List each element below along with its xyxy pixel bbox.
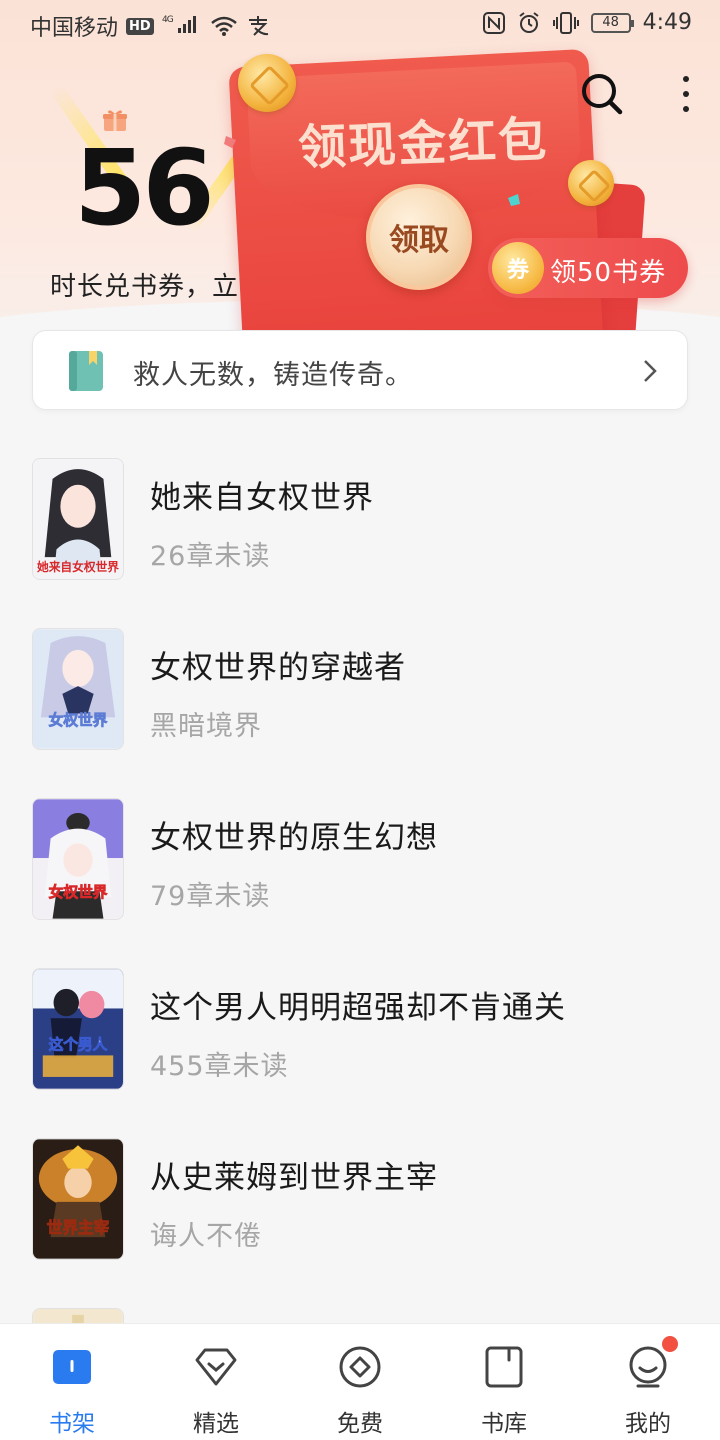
tab-label: 书架 — [49, 1411, 95, 1437]
clock: 4:49 — [642, 10, 692, 35]
voucher-label: 领50书券 — [550, 258, 667, 288]
book-cover: 女权世界 — [32, 798, 124, 920]
book-item[interactable]: 这个男人 这个男人明明超强却不肯通关 455章未读 — [0, 950, 720, 1090]
voucher-coin-icon: 券 — [492, 242, 544, 294]
book-cover: 女权世界 — [32, 628, 124, 750]
free-icon — [339, 1346, 381, 1388]
diamond-icon — [195, 1348, 237, 1386]
coin-icon — [568, 160, 614, 206]
book-author: 诲人不倦 — [150, 1221, 262, 1252]
hd-badge: HD — [126, 17, 154, 35]
tab-label: 精选 — [193, 1411, 239, 1437]
book-icon — [69, 351, 103, 391]
tab-featured[interactable]: 精选 — [144, 1324, 288, 1440]
tab-profile[interactable]: 我的 — [576, 1324, 720, 1440]
book-title: 从史莱姆到世界主宰 — [150, 1160, 438, 1196]
book-title: 她来自女权世界 — [150, 480, 374, 516]
tab-bookshelf[interactable]: 书架 — [0, 1324, 144, 1440]
alarm-icon — [518, 11, 539, 33]
more-menu-icon[interactable] — [680, 72, 692, 116]
book-item[interactable]: 女权世界 女权世界的原生幻想 79章未读 — [0, 780, 720, 920]
confetti-icon — [508, 194, 520, 206]
claim-button[interactable]: 领取 — [366, 184, 472, 290]
book-title: 女权世界的穿越者 — [150, 650, 406, 686]
notification-badge — [662, 1336, 678, 1352]
daily-quote-banner[interactable]: 救人无数，铸造传奇。 — [32, 330, 688, 410]
cover-title: 她来自女权世界 — [37, 560, 119, 574]
tab-library[interactable]: 书库 — [432, 1324, 576, 1440]
envelope-title: 领现金红包 — [297, 111, 550, 177]
library-icon — [485, 1346, 523, 1388]
coin-icon — [238, 54, 296, 112]
tab-label: 我的 — [625, 1411, 671, 1437]
reading-minutes: 56 — [74, 127, 215, 249]
cover-title: 女权世界 — [49, 883, 108, 901]
quote-text: 救人无数，铸造传奇。 — [133, 360, 413, 391]
book-item[interactable]: 世界主宰 从史莱姆到世界主宰 诲人不倦 — [0, 1120, 720, 1260]
book-progress: 79章未读 — [150, 881, 271, 912]
cover-title: 女权世界 — [49, 711, 108, 729]
book-item[interactable]: 女权世界 女权世界的穿越者 黑暗境界 — [0, 610, 720, 750]
alipay-icon — [248, 16, 268, 36]
book-item[interactable]: 她来自女权世界 她来自女权世界 26章未读 — [0, 440, 720, 580]
book-cover: 这个男人 — [32, 968, 124, 1090]
book-author: 黑暗境界 — [150, 711, 262, 742]
tab-free[interactable]: 免费 — [288, 1324, 432, 1440]
battery-icon: 48 — [590, 12, 634, 33]
profile-icon — [629, 1346, 667, 1388]
network-type: 4G — [162, 15, 174, 25]
nfc-icon — [482, 11, 505, 34]
vibrate-icon — [552, 11, 579, 34]
wifi-icon — [210, 16, 237, 36]
status-bar: 中国移动 HD 4G 48 4:49 — [0, 0, 720, 50]
tab-label: 书库 — [481, 1411, 527, 1437]
book-title: 女权世界的原生幻想 — [150, 820, 438, 856]
book-cover: 世界主宰 — [32, 1138, 124, 1260]
carrier-label: 中国移动 — [30, 16, 119, 41]
cover-title: 这个男人 — [49, 1036, 108, 1054]
book-progress: 26章未读 — [150, 541, 271, 572]
book-title: 这个男人明明超强却不肯通关 — [150, 990, 566, 1026]
book-progress: 455章未读 — [150, 1051, 289, 1082]
bottom-tab-bar: 书架 精选 免费 书库 我的 — [0, 1323, 720, 1440]
voucher-button[interactable]: 券 领50书券 — [488, 238, 688, 298]
book-cover: 她来自女权世界 — [32, 458, 124, 580]
search-icon[interactable] — [580, 72, 624, 116]
tab-label: 免费 — [337, 1411, 383, 1437]
cover-title: 世界主宰 — [47, 1218, 110, 1237]
bookshelf-icon — [53, 1350, 91, 1384]
signal-icon: 4G — [162, 13, 202, 39]
chevron-right-icon — [644, 360, 657, 382]
confetti-icon — [224, 136, 236, 148]
